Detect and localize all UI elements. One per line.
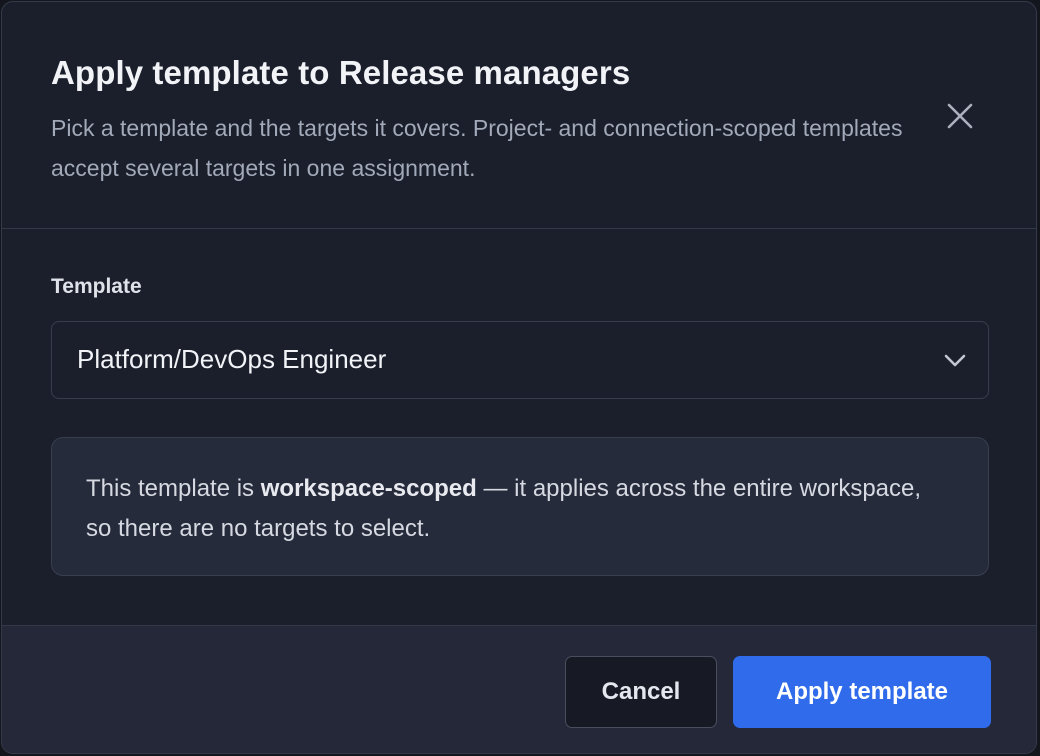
template-select-value: Platform/DevOps Engineer <box>77 344 387 374</box>
dialog-header: Apply template to Release managers Pick … <box>2 2 1036 229</box>
dialog-title: Apply template to Release managers <box>51 54 631 91</box>
apply-template-button[interactable]: Apply template <box>733 656 991 728</box>
close-button[interactable] <box>940 96 980 136</box>
chevron-down-icon <box>944 354 966 367</box>
dialog-subtitle: Pick a template and the targets it cover… <box>51 115 903 181</box>
scope-info-box: This template is workspace-scoped — it a… <box>51 437 989 576</box>
scope-info-prefix: This template is <box>86 475 261 502</box>
apply-template-dialog: Apply template to Release managers Pick … <box>1 1 1037 754</box>
cancel-button[interactable]: Cancel <box>565 656 717 728</box>
scope-info-emphasis: workspace-scoped <box>260 475 477 502</box>
scope-info-text: This template is workspace-scoped — it a… <box>86 469 946 549</box>
template-select[interactable]: Platform/DevOps Engineer <box>51 321 989 399</box>
dialog-body: Template Platform/DevOps Engineer This t… <box>2 229 1036 625</box>
template-field-label: Template <box>51 275 142 298</box>
dialog-footer: Cancel Apply template <box>2 625 1036 753</box>
close-icon <box>947 103 973 129</box>
